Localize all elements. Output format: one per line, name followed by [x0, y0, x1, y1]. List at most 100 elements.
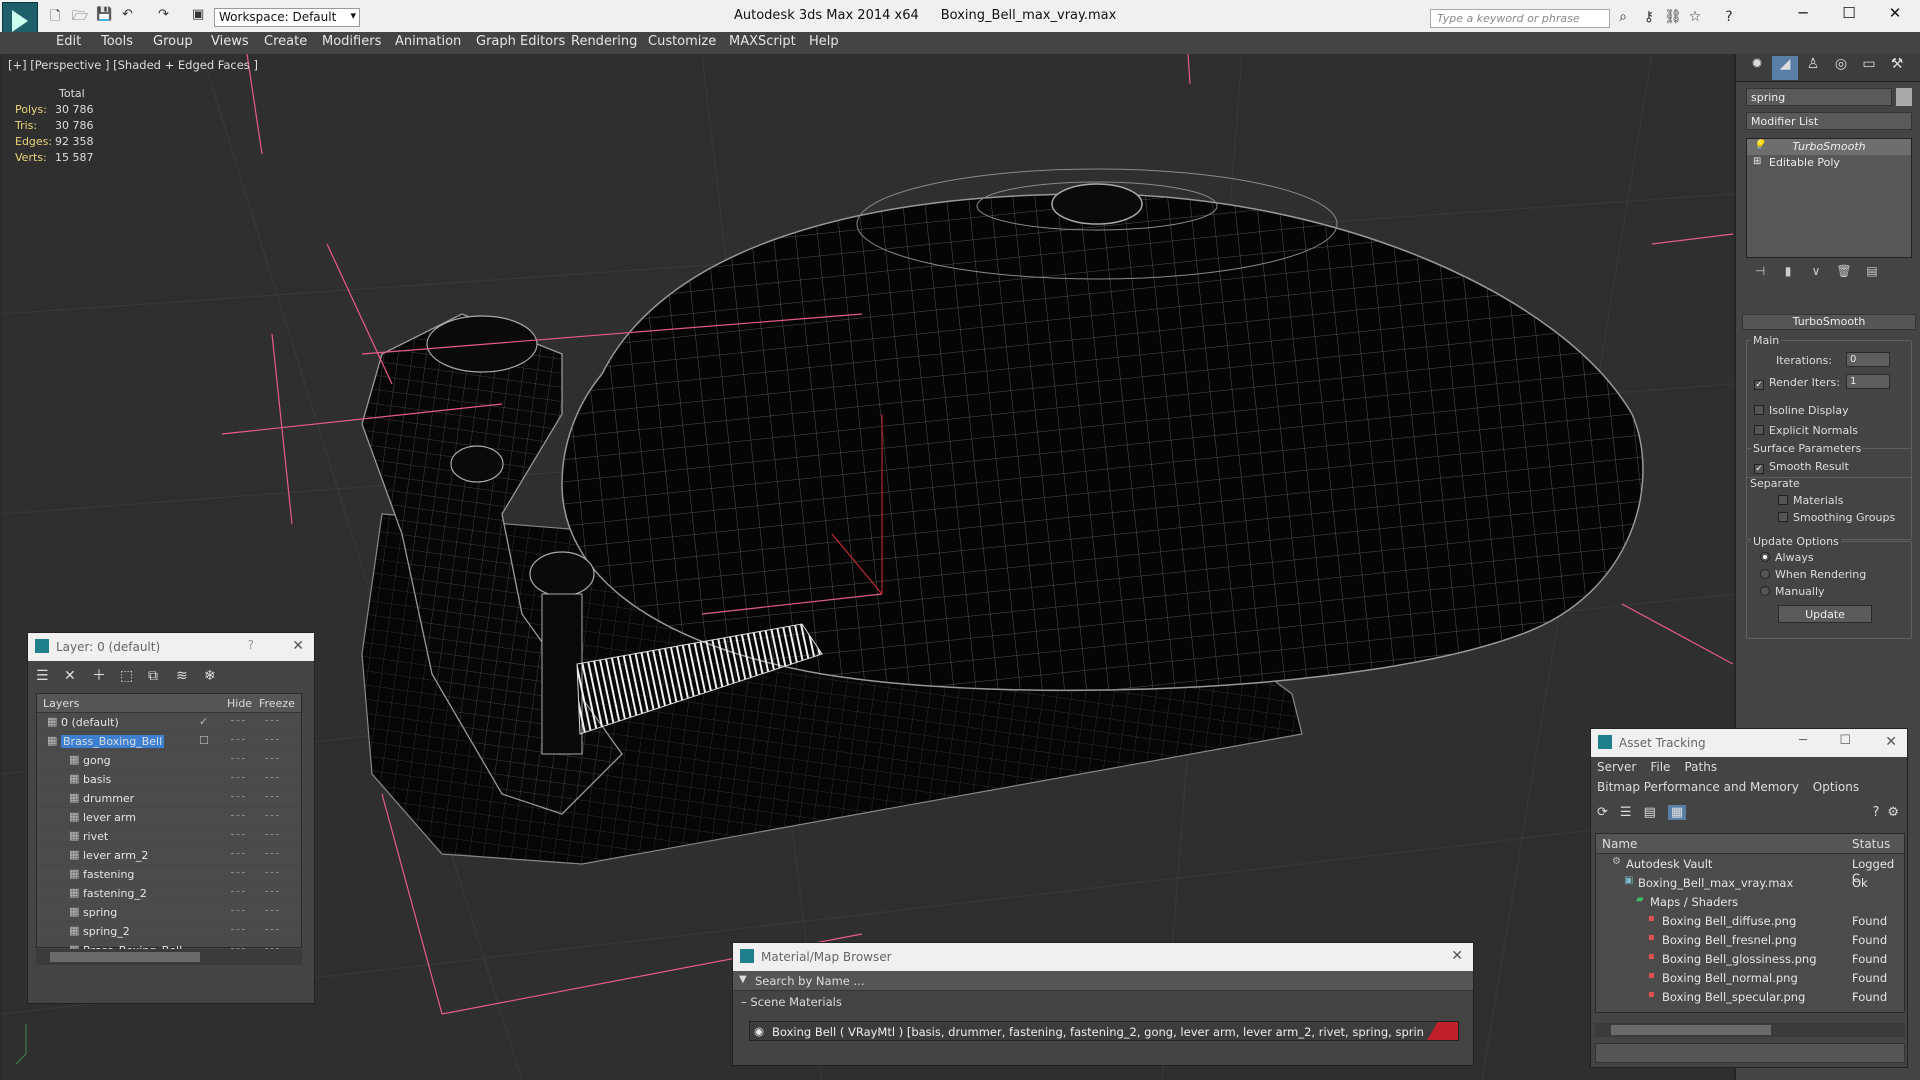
menu-rendering[interactable]: Rendering — [571, 34, 637, 49]
freeze-toggle[interactable] — [265, 929, 279, 931]
smooth-result-checkbox[interactable]: ✓ Smooth Result — [1754, 460, 1849, 474]
layer-dialog-header[interactable]: Layer: 0 (default) ? ✕ — [28, 633, 314, 661]
scene-materials-section[interactable]: – Scene Materials — [733, 991, 1473, 1013]
remove-modifier-icon[interactable]: 🗑 — [1830, 264, 1858, 278]
menu-paths[interactable]: Paths — [1684, 760, 1717, 774]
star-icon[interactable]: ☆ — [1686, 9, 1704, 27]
menu-tools[interactable]: Tools — [101, 34, 133, 49]
layer-name[interactable]: spring — [83, 906, 117, 919]
current-layer-box-icon[interactable]: ☐ — [199, 734, 209, 747]
asset-row[interactable]: ▪ Boxing Bell_specular.png Found — [1596, 987, 1904, 1006]
freeze-toggle[interactable] — [265, 758, 279, 760]
freeze-toggle[interactable] — [265, 853, 279, 855]
utilities-tab-icon[interactable]: ⚒ — [1884, 56, 1910, 80]
hide-toggle[interactable] — [231, 815, 245, 817]
material-search-input[interactable]: ▼ Search by Name ... — [733, 971, 1473, 991]
render-iters-spinner[interactable]: 1 — [1846, 374, 1890, 389]
layer-row[interactable]: ▦ spring — [37, 903, 301, 922]
asset-row[interactable]: ▰ Maps / Shaders — [1596, 892, 1904, 911]
asset-row[interactable]: ▪ Boxing Bell_diffuse.png Found — [1596, 911, 1904, 930]
close-icon[interactable]: ✕ — [1885, 734, 1897, 750]
freeze-toggle[interactable] — [265, 777, 279, 779]
menu-maxscript[interactable]: MAXScript — [729, 34, 796, 49]
menu-file[interactable]: File — [1650, 760, 1670, 774]
object-color-swatch[interactable] — [1896, 88, 1912, 106]
freeze-all-icon[interactable]: ❄ — [204, 668, 232, 684]
hide-toggle[interactable] — [231, 853, 245, 855]
menu-help[interactable]: Help — [809, 34, 839, 49]
freeze-toggle[interactable] — [265, 739, 279, 741]
asset-tracking-header[interactable]: Asset Tracking ─ ☐ ✕ — [1591, 729, 1907, 757]
tree-view-icon[interactable]: ▤ — [1644, 805, 1656, 820]
menu-graph-editors[interactable]: Graph Editors — [476, 34, 565, 49]
hide-toggle[interactable] — [231, 720, 245, 722]
hide-toggle[interactable] — [231, 758, 245, 760]
help-icon[interactable]: ? — [248, 638, 254, 652]
minimize-button[interactable]: ─ — [1780, 4, 1826, 26]
redo-icon[interactable]: ↷ — [158, 7, 169, 25]
material-browser-header[interactable]: Material/Map Browser ✕ — [733, 943, 1473, 971]
help-icon[interactable]: ? — [1872, 805, 1879, 820]
asset-row[interactable]: ⚙ Autodesk Vault Logged C — [1596, 854, 1904, 885]
close-icon[interactable]: ✕ — [292, 638, 304, 654]
stack-item-turbosmooth[interactable]: 💡 TurboSmooth — [1747, 139, 1911, 155]
manually-radio[interactable]: Manually — [1760, 585, 1825, 598]
configure-sets-icon[interactable]: ▤ — [1858, 264, 1886, 278]
layer-manager-icon[interactable]: ☰ — [36, 668, 64, 684]
menu-group[interactable]: Group — [153, 34, 193, 49]
hide-toggle[interactable] — [231, 929, 245, 931]
hide-toggle[interactable] — [231, 834, 245, 836]
layer-name[interactable]: gong — [83, 754, 111, 767]
layer-row[interactable]: ▦ spring_2 — [37, 922, 301, 941]
asset-row[interactable]: ▪ Boxing Bell_normal.png Found — [1596, 968, 1904, 987]
layer-row[interactable]: ▦ drummer — [37, 789, 301, 808]
layer-name[interactable]: basis — [83, 773, 111, 786]
minimize-icon[interactable]: ─ — [1799, 733, 1807, 748]
help-icon[interactable]: ? — [1720, 9, 1738, 27]
save-icon[interactable]: 💾 — [96, 7, 112, 25]
layer-row[interactable]: ▦ rivet — [37, 827, 301, 846]
layer-row[interactable]: ▦ basis — [37, 770, 301, 789]
iterations-spinner[interactable]: 0 — [1846, 352, 1890, 367]
expand-icon[interactable]: ⊞ — [1753, 156, 1761, 167]
menu-bitmap-performance[interactable]: Bitmap Performance and Memory — [1597, 780, 1799, 794]
project-folder-icon[interactable]: ▣ — [192, 7, 204, 25]
freeze-toggle[interactable] — [265, 891, 279, 893]
delete-layer-icon[interactable]: ✕ — [64, 668, 92, 684]
menu-views[interactable]: Views — [211, 34, 249, 49]
col-hide[interactable]: Hide — [227, 697, 252, 710]
viewport-label[interactable]: [+] [Perspective ] [Shaded + Edged Faces… — [8, 58, 258, 72]
display-tab-icon[interactable]: ▭ — [1856, 56, 1882, 80]
col-name[interactable]: Name — [1602, 837, 1637, 851]
layer-row[interactable]: ▦ lever arm — [37, 808, 301, 827]
maximize-icon[interactable]: ☐ — [1839, 733, 1851, 748]
layer-name[interactable]: spring_2 — [83, 925, 130, 938]
layer-row[interactable]: ▦ fastening — [37, 865, 301, 884]
col-status[interactable]: Status — [1852, 837, 1890, 851]
asset-row[interactable]: ▪ Boxing Bell_glossiness.png Found — [1596, 949, 1904, 968]
modifier-list-dropdown[interactable]: Modifier List — [1746, 112, 1912, 130]
layer-row[interactable]: ▦ gong — [37, 751, 301, 770]
show-end-result-icon[interactable]: ▮ — [1774, 264, 1802, 278]
menu-customize[interactable]: Customize — [648, 34, 716, 49]
freeze-toggle[interactable] — [265, 815, 279, 817]
hide-toggle[interactable] — [231, 796, 245, 798]
materials-checkbox[interactable]: Materials — [1778, 494, 1843, 507]
layer-row[interactable]: ▦ fastening_2 — [37, 884, 301, 903]
asset-row[interactable]: ▪ Boxing Bell_fresnel.png Found — [1596, 930, 1904, 949]
list-view-icon[interactable]: ☰ — [1620, 805, 1632, 820]
turbosmooth-rollout-header[interactable]: TurboSmooth — [1742, 314, 1916, 330]
settings-icon[interactable]: ⚙ — [1887, 805, 1899, 820]
binoculars-icon[interactable]: ⌕ — [1614, 9, 1632, 27]
explicit-normals-checkbox[interactable]: Explicit Normals — [1754, 424, 1858, 437]
layer-name[interactable]: lever arm_2 — [83, 849, 148, 862]
menu-edit[interactable]: Edit — [56, 34, 81, 49]
create-tab-icon[interactable]: ✹ — [1744, 56, 1770, 80]
layer-row[interactable]: ▦ Brass_Boxing_Bell ☐ — [37, 732, 301, 751]
layer-row[interactable]: ▦ lever arm_2 — [37, 846, 301, 865]
menu-animation[interactable]: Animation — [395, 34, 461, 49]
render-iters-checkbox[interactable]: ✓ Render Iters: — [1754, 376, 1840, 390]
asset-hscrollbar[interactable] — [1595, 1023, 1905, 1037]
always-radio[interactable]: Always — [1760, 551, 1814, 564]
make-unique-icon[interactable]: ∨ — [1802, 264, 1830, 278]
